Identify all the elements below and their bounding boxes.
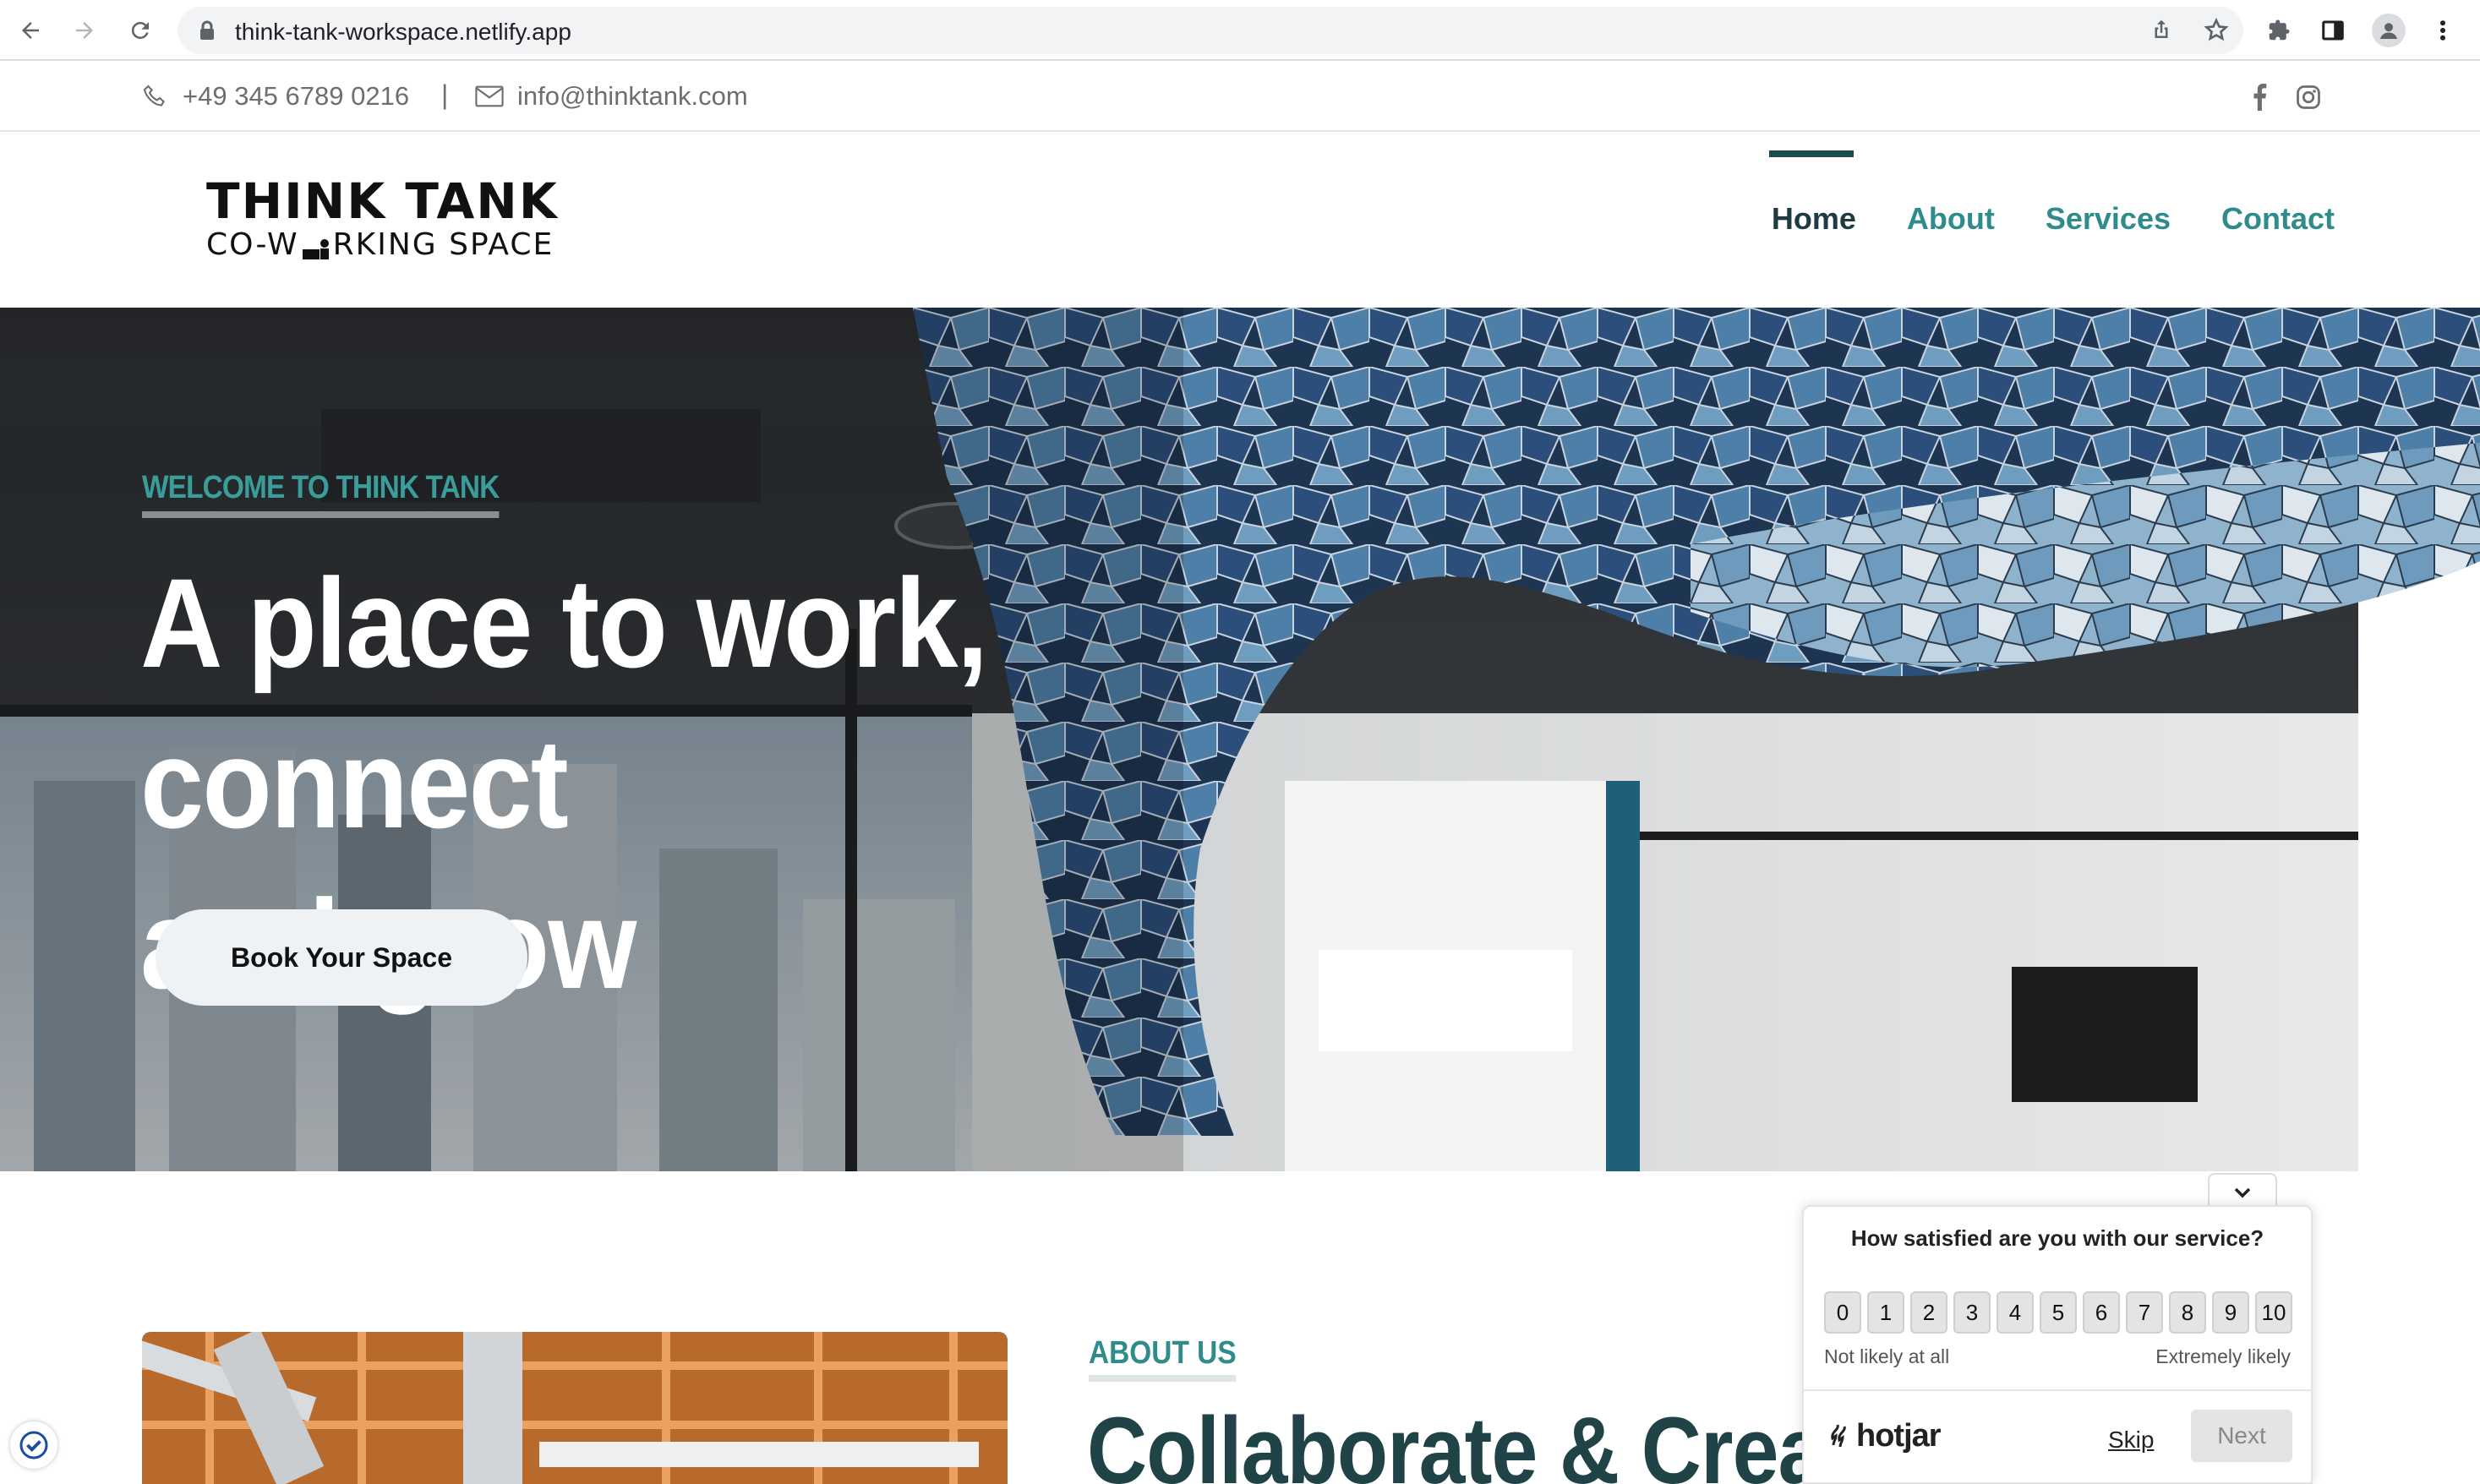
instagram-icon[interactable] — [2294, 83, 2323, 112]
menu-kebab-icon[interactable] — [2426, 14, 2460, 47]
side-panel-icon[interactable] — [2316, 14, 2350, 47]
hotjar-logo[interactable]: hotjar — [1826, 1418, 1942, 1454]
survey-question: How satisfied are you with our service? — [1850, 1225, 2264, 1251]
address-bar[interactable]: think-tank-workspace.netlify.app — [178, 7, 2243, 54]
contact-info-bar: +49 345 6789 0216 | info@thinktank.com — [0, 63, 2480, 132]
scale-low-label: Not likely at all — [1824, 1345, 1950, 1367]
desk-person-icon — [301, 233, 331, 259]
chevron-down-icon — [2234, 1187, 2251, 1198]
profile-icon[interactable] — [2372, 14, 2406, 47]
logo-tagline-right: RKING SPACE — [332, 227, 554, 262]
url-text[interactable]: think-tank-workspace.netlify.app — [235, 19, 571, 46]
divider: | — [441, 79, 449, 110]
rating-option-8[interactable]: 8 — [2169, 1291, 2206, 1334]
hotjar-survey-widget: How satisfied are you with our service? … — [1802, 1205, 2313, 1484]
browser-toolbar: think-tank-workspace.netlify.app — [0, 0, 2480, 61]
hero-eyebrow: WELCOME TO THINK TANK — [142, 470, 500, 518]
rating-scale: 0 1 2 3 4 5 6 7 8 9 10 — [1824, 1291, 2292, 1334]
nav-about[interactable]: About — [1907, 201, 1995, 237]
hotjar-wordmark: hotjar — [1856, 1418, 1942, 1454]
reload-icon[interactable] — [122, 12, 159, 49]
about-image — [142, 1332, 1008, 1484]
phone-number[interactable]: +49 345 6789 0216 — [183, 81, 409, 112]
shield-check-icon — [19, 1431, 48, 1459]
main-nav: Home About Services Contact — [1772, 201, 2335, 237]
forward-icon[interactable] — [66, 12, 103, 49]
rating-option-1[interactable]: 1 — [1867, 1291, 1904, 1334]
nav-contact[interactable]: Contact — [2221, 201, 2335, 237]
nav-home[interactable]: Home — [1772, 201, 1856, 237]
rating-option-10[interactable]: 10 — [2255, 1291, 2292, 1334]
next-button[interactable]: Next — [2191, 1410, 2292, 1462]
scale-high-label: Extremely likely — [2155, 1345, 2291, 1367]
lock-icon[interactable] — [198, 19, 216, 46]
site-header: THINK TANK CO-W RKING SPACE Home About S… — [0, 132, 2480, 308]
rating-option-7[interactable]: 7 — [2126, 1291, 2163, 1334]
phone-contact[interactable]: +49 345 6789 0216 — [140, 81, 409, 112]
book-your-space-button[interactable]: Book Your Space — [156, 909, 527, 1006]
survey-divider — [1804, 1389, 2311, 1391]
hero-headline-line-1: A place to work, connect — [140, 552, 988, 854]
logo-wordmark: THINK TANK — [206, 172, 559, 230]
mail-icon — [475, 85, 504, 107]
phone-icon — [143, 85, 165, 106]
rating-option-9[interactable]: 9 — [2212, 1291, 2249, 1334]
rating-option-4[interactable]: 4 — [1997, 1291, 2034, 1334]
active-nav-indicator — [1769, 150, 1854, 157]
skip-link[interactable]: Skip — [2108, 1427, 2154, 1454]
rating-option-2[interactable]: 2 — [1910, 1291, 1947, 1334]
extensions-icon[interactable] — [2262, 14, 2296, 47]
rating-option-5[interactable]: 5 — [2040, 1291, 2077, 1334]
hero-section: WELCOME TO THINK TANK A place to work, c… — [0, 308, 2480, 1171]
rating-option-0[interactable]: 0 — [1824, 1291, 1861, 1334]
cookie-consent-badge[interactable] — [10, 1421, 57, 1469]
nav-services[interactable]: Services — [2046, 201, 2171, 237]
about-heading: Collaborate & Creat — [1087, 1398, 1851, 1484]
back-icon[interactable] — [12, 12, 49, 49]
bookmark-star-icon[interactable] — [2203, 17, 2230, 44]
share-icon[interactable] — [2149, 17, 2176, 44]
email-contact[interactable]: info@thinktank.com — [475, 81, 748, 112]
facebook-icon[interactable] — [2245, 83, 2274, 112]
rating-option-6[interactable]: 6 — [2083, 1291, 2120, 1334]
logo-tagline: CO-W RKING SPACE — [206, 226, 587, 264]
hotjar-flame-icon — [1831, 1424, 1846, 1447]
email-address[interactable]: info@thinktank.com — [517, 81, 748, 112]
rating-option-3[interactable]: 3 — [1953, 1291, 1991, 1334]
about-eyebrow: ABOUT US — [1089, 1335, 1237, 1382]
logo-tagline-left: CO-W — [206, 227, 299, 262]
think-tank-logo[interactable]: THINK TANK CO-W RKING SPACE — [206, 176, 587, 269]
